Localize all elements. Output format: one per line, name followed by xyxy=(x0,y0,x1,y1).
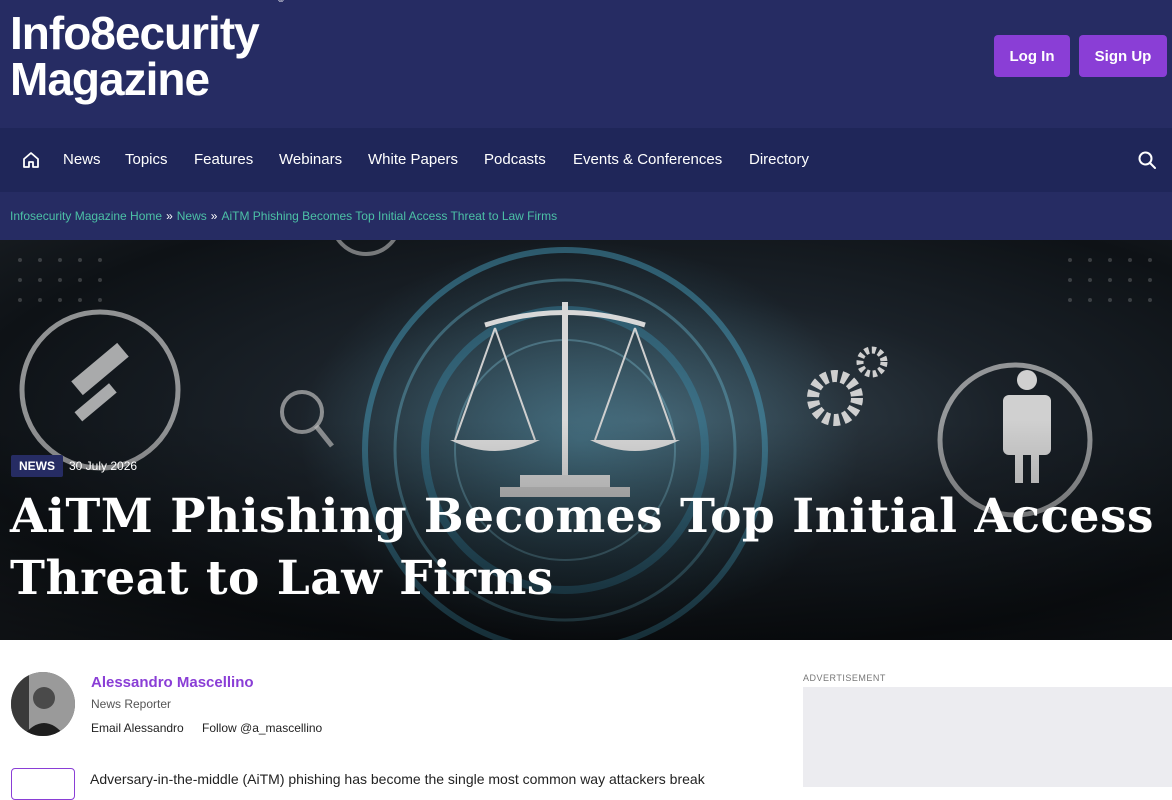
advertisement-label: ADVERTISEMENT xyxy=(803,673,886,683)
nav-item-white-papers[interactable]: White Papers xyxy=(368,150,458,170)
avatar-image xyxy=(11,672,75,736)
nav-item-topics[interactable]: Topics xyxy=(125,150,168,170)
nav-item-events[interactable]: Events & Conferences xyxy=(573,150,722,170)
nav-item-features[interactable]: Features xyxy=(194,150,253,170)
search-icon[interactable] xyxy=(1137,150,1157,170)
article-lead: Adversary-in-the-middle (AiTM) phishing … xyxy=(90,771,705,787)
nav-item-podcasts[interactable]: Podcasts xyxy=(484,150,546,170)
breadcrumb-separator: » xyxy=(210,209,218,223)
site-header: Info8ecurity Magazine ® Log In Sign Up xyxy=(0,0,1172,128)
breadcrumb-news[interactable]: News xyxy=(177,209,207,223)
article-hero: NEWS 30 July 2026 AiTM Phishing Becomes … xyxy=(0,240,1172,640)
logo-line-1: Info8ecurity xyxy=(10,7,260,59)
nav-item-directory[interactable]: Directory xyxy=(749,150,809,170)
logo-line-2: Magazine xyxy=(10,53,210,105)
breadcrumb-current[interactable]: AiTM Phishing Becomes Top Initial Access… xyxy=(221,209,557,223)
site-logo[interactable]: Info8ecurity Magazine ® xyxy=(10,0,284,105)
article-date: 30 July 2026 xyxy=(69,459,138,473)
registered-mark: ® xyxy=(278,0,284,4)
breadcrumb: Infosecurity Magazine Home» News» AiTM Phi… xyxy=(10,208,557,224)
article-title: AiTM Phishing Becomes Top Initial Access… xyxy=(10,489,1154,606)
home-icon[interactable] xyxy=(21,150,41,170)
author-role: News Reporter xyxy=(91,697,172,711)
share-button[interactable] xyxy=(11,768,75,800)
breadcrumb-separator: » xyxy=(166,209,173,223)
category-badge[interactable]: NEWS xyxy=(11,455,63,477)
advertisement-slot[interactable] xyxy=(803,687,1172,787)
follow-author-link[interactable]: Follow @a_mascellino xyxy=(202,721,322,736)
nav-item-webinars[interactable]: Webinars xyxy=(279,150,342,170)
nav-item-news[interactable]: News xyxy=(63,150,101,170)
author-avatar[interactable] xyxy=(11,672,75,736)
main-nav: News Topics Features Webinars White Pape… xyxy=(0,128,1172,192)
breadcrumb-home[interactable]: Infosecurity Magazine Home xyxy=(10,209,162,223)
email-author-link[interactable]: Email Alessandro xyxy=(91,721,184,736)
breadcrumb-bar: Infosecurity Magazine Home» News» AiTM Phi… xyxy=(0,192,1172,240)
signup-button[interactable]: Sign Up xyxy=(1079,35,1167,77)
login-button[interactable]: Log In xyxy=(994,35,1070,77)
author-name[interactable]: Alessandro Mascellino xyxy=(91,674,254,692)
